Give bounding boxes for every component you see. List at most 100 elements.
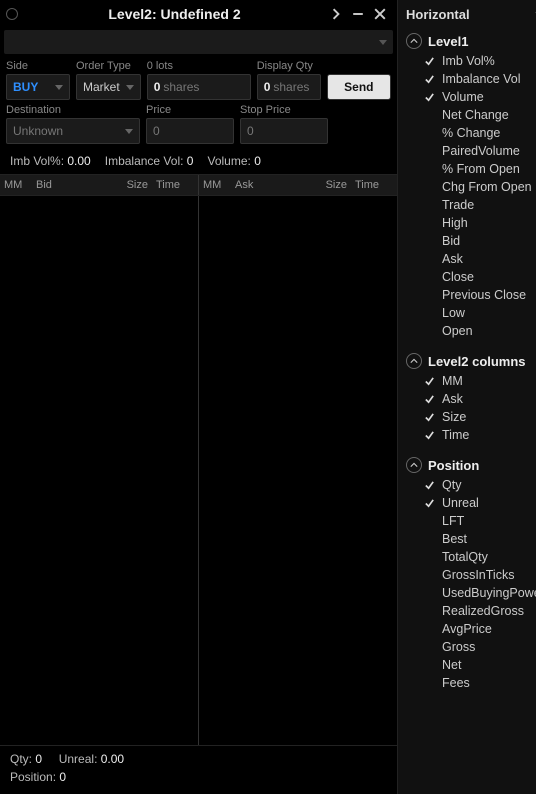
option-label: Trade (442, 198, 474, 212)
option-size[interactable]: Size (404, 408, 536, 426)
option-chg-from-open[interactable]: Chg From Open (404, 178, 536, 196)
option-best[interactable]: Best (404, 530, 536, 548)
volume-stat: Volume: 0 (207, 154, 260, 168)
option-label: Ask (442, 392, 463, 406)
group-header-level2-columns[interactable]: Level2 columns (404, 350, 536, 372)
option-ask[interactable]: Ask (404, 250, 536, 268)
chevron-down-icon (55, 85, 63, 90)
col-size[interactable]: Size (64, 179, 152, 191)
check-icon (422, 532, 436, 546)
col-ask[interactable]: Ask (231, 179, 263, 191)
stop-price-input[interactable]: 0 (240, 118, 328, 144)
option-totalqty[interactable]: TotalQty (404, 548, 536, 566)
check-icon (422, 428, 436, 442)
group-header-level1[interactable]: Level1 (404, 30, 536, 52)
option-close[interactable]: Close (404, 268, 536, 286)
option-gross[interactable]: Gross (404, 638, 536, 656)
imbalance-vol-value: 0 (187, 154, 194, 168)
option-unreal[interactable]: Unreal (404, 494, 536, 512)
option-label: Qty (442, 478, 461, 492)
display-qty-label: Display Qty (257, 60, 321, 72)
option-open[interactable]: Open (404, 322, 536, 340)
options-panel: Level1Imb Vol% Imbalance Vol VolumeNet Cha… (398, 28, 536, 694)
imbalance-vol-stat: Imbalance Vol: 0 (105, 154, 194, 168)
option-label: % Change (442, 126, 500, 140)
quantity-input[interactable]: 0 shares (147, 74, 251, 100)
volume-label: Volume: (207, 154, 250, 168)
display-qty-input[interactable]: 0 shares (257, 74, 321, 100)
panel-mode-label: Horizontal (406, 7, 470, 22)
lots-value: 0 (154, 80, 161, 94)
close-button[interactable] (369, 3, 391, 25)
option-low[interactable]: Low (404, 304, 536, 322)
side-value: BUY (13, 80, 38, 94)
col-mm[interactable]: MM (199, 179, 231, 191)
minimize-button[interactable] (347, 3, 369, 25)
option-time[interactable]: Time (404, 426, 536, 444)
destination-label: Destination (6, 104, 140, 116)
unreal-label: Unreal: (59, 752, 98, 766)
option-usedbuyingpower[interactable]: UsedBuyingPower (404, 584, 536, 602)
imb-vol-value: 0.00 (67, 154, 90, 168)
option-net[interactable]: Net (404, 656, 536, 674)
col-time[interactable]: Time (351, 179, 397, 191)
orderbook-header: MM Bid Size Time MM Ask Size Time (0, 174, 397, 196)
option-pairedvolume[interactable]: PairedVolume (404, 142, 536, 160)
settings-chevron-icon[interactable] (325, 3, 347, 25)
col-mm[interactable]: MM (0, 179, 32, 191)
check-icon (422, 162, 436, 176)
destination-select[interactable]: Unknown (6, 118, 140, 144)
option-realizedgross[interactable]: RealizedGross (404, 602, 536, 620)
option-ask[interactable]: Ask (404, 390, 536, 408)
symbol-search-input[interactable] (4, 30, 393, 54)
option-lft[interactable]: LFT (404, 512, 536, 530)
position-label: Position: (10, 770, 56, 784)
order-type-select[interactable]: Market (76, 74, 141, 100)
option-avgprice[interactable]: AvgPrice (404, 620, 536, 638)
group-header-position[interactable]: Position (404, 454, 536, 476)
col-bid[interactable]: Bid (32, 179, 64, 191)
send-button[interactable]: Send (327, 74, 391, 100)
panel-mode-select[interactable]: Horizontal (398, 0, 536, 28)
lots-unit: shares (163, 80, 199, 94)
check-icon (422, 270, 436, 284)
bid-side (0, 196, 198, 745)
option-imb-vol-[interactable]: Imb Vol% (404, 52, 536, 70)
option-label: Imbalance Vol (442, 72, 521, 86)
destination-value: Unknown (13, 124, 63, 138)
check-icon (422, 478, 436, 492)
check-icon (422, 288, 436, 302)
col-size[interactable]: Size (263, 179, 351, 191)
order-type-value: Market (83, 80, 120, 94)
check-icon (422, 640, 436, 654)
option-net-change[interactable]: Net Change (404, 106, 536, 124)
check-icon (422, 374, 436, 388)
stats-row: Imb Vol%: 0.00 Imbalance Vol: 0 Volume: … (0, 144, 397, 174)
option-fees[interactable]: Fees (404, 674, 536, 692)
option--from-open[interactable]: % From Open (404, 160, 536, 178)
check-icon (422, 72, 436, 86)
volume-value: 0 (254, 154, 261, 168)
title-bar: Level2: Undefined 2 (0, 0, 397, 28)
chevron-down-icon (126, 85, 134, 90)
option-bid[interactable]: Bid (404, 232, 536, 250)
collapse-icon (406, 457, 422, 473)
option-trade[interactable]: Trade (404, 196, 536, 214)
option-mm[interactable]: MM (404, 372, 536, 390)
option-volume[interactable]: Volume (404, 88, 536, 106)
check-icon (422, 604, 436, 618)
option-qty[interactable]: Qty (404, 476, 536, 494)
side-select[interactable]: BUY (6, 74, 70, 100)
option-imbalance-vol[interactable]: Imbalance Vol (404, 70, 536, 88)
option-label: GrossInTicks (442, 568, 514, 582)
display-qty-value: 0 (264, 80, 271, 94)
app-icon (6, 8, 18, 20)
price-value: 0 (153, 124, 160, 138)
option-high[interactable]: High (404, 214, 536, 232)
price-input[interactable]: 0 (146, 118, 234, 144)
option--change[interactable]: % Change (404, 124, 536, 142)
option-grossinticks[interactable]: GrossInTicks (404, 566, 536, 584)
col-time[interactable]: Time (152, 179, 198, 191)
check-icon (422, 410, 436, 424)
option-previous-close[interactable]: Previous Close (404, 286, 536, 304)
